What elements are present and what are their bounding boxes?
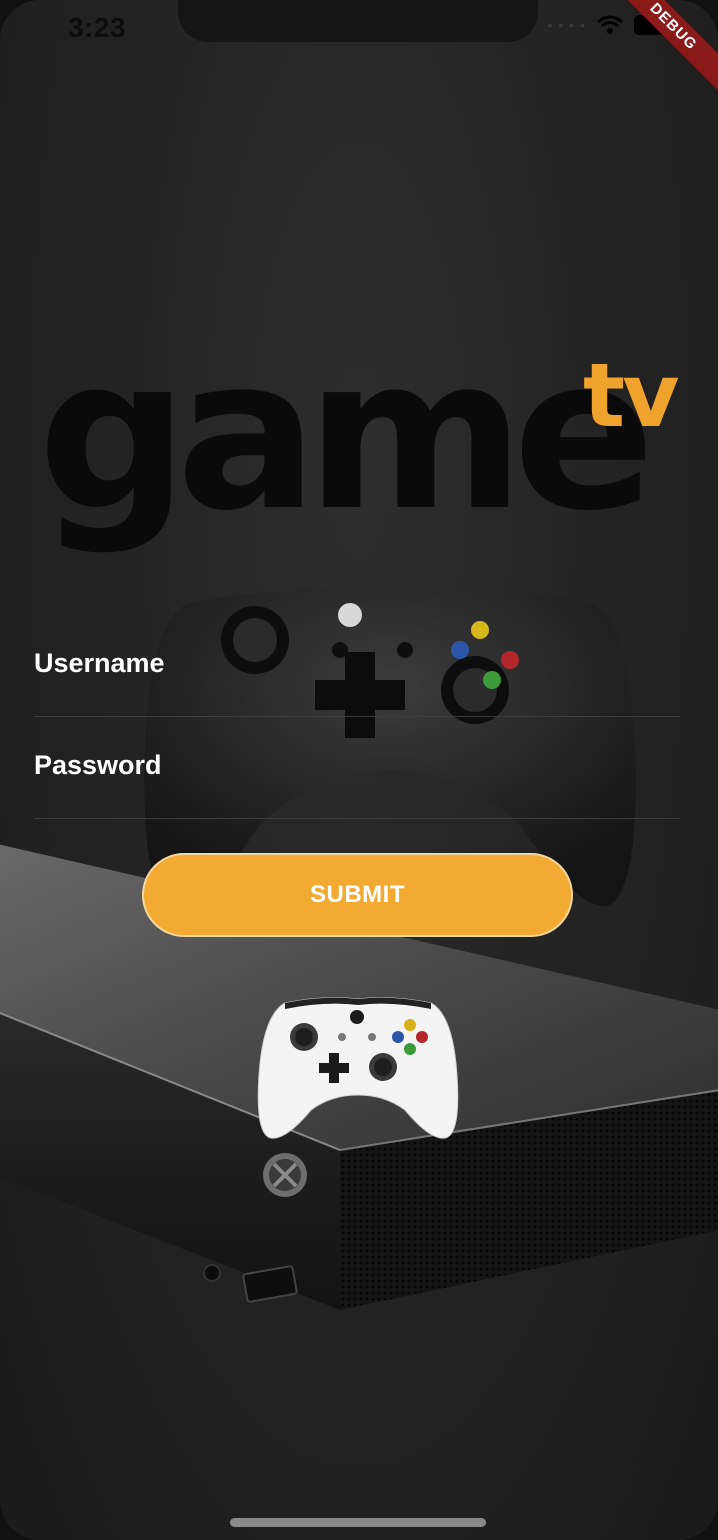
password-label: Password: [34, 750, 162, 780]
username-field[interactable]: Username: [34, 640, 680, 717]
xbox-controller-icon: [257, 997, 459, 1139]
logo-game-text: game: [38, 312, 655, 557]
submit-button[interactable]: SUBMIT: [142, 853, 573, 937]
username-label: Username: [34, 648, 165, 678]
notch: [178, 0, 538, 42]
login-screen: 3:23 • • • • DEBUG game tv Username Pass…: [0, 0, 718, 1540]
status-time: 3:23: [68, 12, 127, 43]
password-field[interactable]: Password: [34, 742, 680, 819]
logo-tv-text: tv: [583, 344, 679, 447]
wifi-icon: [597, 15, 623, 34]
home-indicator[interactable]: [230, 1518, 486, 1527]
signal-icon: • • • •: [547, 17, 586, 33]
